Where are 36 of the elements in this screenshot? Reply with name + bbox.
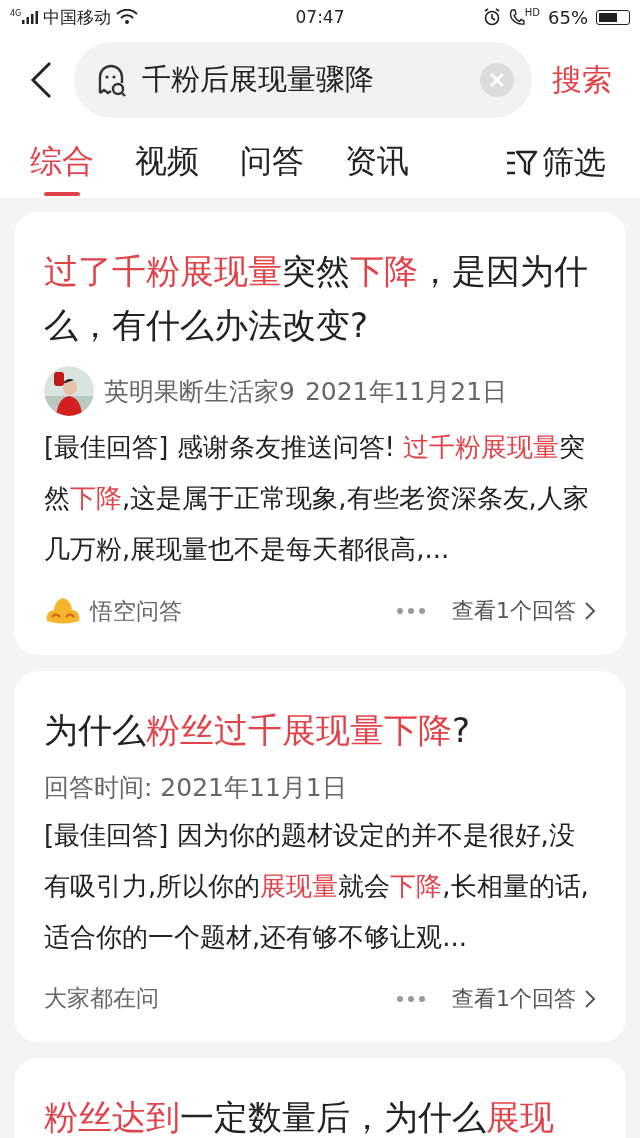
clock-time: 07:47 [295,7,345,27]
tab[interactable]: 视频 [135,130,199,196]
search-input[interactable]: 千粉后展现量骤降 [142,63,466,97]
result-title[interactable]: 为什么粉丝过千展现量下降? [44,703,596,757]
result-card[interactable]: 粉丝达到一定数量后，为什么展现 [14,1058,626,1138]
wifi-icon [116,9,139,25]
battery-percent: 65% [548,6,588,28]
filter-icon [506,149,538,177]
filter-button[interactable]: 筛选 [506,141,606,185]
carrier-name: 中国移动 [43,5,112,29]
more-icon[interactable] [396,607,426,615]
tab[interactable]: 资讯 [345,130,409,196]
battery-icon [596,9,630,25]
chevron-right-icon [584,601,596,621]
search-button[interactable]: 搜索 [552,59,612,101]
network-label: 4G [10,10,22,18]
tab[interactable]: 问答 [240,130,304,196]
view-answers-link[interactable]: 查看1个回答 [452,596,596,626]
more-icon[interactable] [396,994,426,1003]
source-label: 大家都在问 [44,984,159,1013]
result-card[interactable]: 为什么粉丝过千展现量下降? 回答时间: 2021年11月1日 [最佳回答] 因为你的题材设定的并不是很好,没有吸引力,所以你的展现量就会下降,长相量的话,适合你的一个题材,还有够不够让观... 大家都在问 查看1个回答 [14,671,626,1042]
search-field[interactable]: 千粉后展现量骤降 [74,42,532,118]
author-name[interactable]: 英明果断生活家9 [104,374,295,408]
source-label: 悟空问答 [90,596,182,626]
post-date: 2021年11月21日 [304,375,508,408]
tab[interactable]: 综合 [30,130,94,196]
chevron-right-icon [584,988,596,1009]
view-answers-link[interactable]: 查看1个回答 [452,983,596,1014]
result-title[interactable]: 粉丝达到一定数量后，为什么展现 [44,1090,596,1138]
result-title[interactable]: 过了千粉展现量突然下降，是因为什么，有什么办法改变? [44,244,596,352]
answer-time: 回答时间: 2021年11月1日 [44,772,347,804]
result-card[interactable]: 过了千粉展现量突然下降，是因为什么，有什么办法改变? 英明果断生活家9 2021年11月21日 [最佳回答] 感谢条友推送问答! 过千粉展现量突然下降,这是属于正常现象,有些老资深条友,人家几万粉,展现量也不是每天都很高,... 悟空问答 查看1个回答 [14,212,626,655]
back-icon[interactable] [28,60,54,100]
answer-snippet: [最佳回答] 感谢条友推送问答! 过千粉展现量突然下降,这是属于正常现象,有些老资深条友,人家几万粉,展现量也不是每天都很高,... [44,431,590,566]
answer-snippet: [最佳回答] 因为你的题材设定的并不是很好,没有吸引力,所以你的展现量就会下降,长相量的话,适合你的一个题材,还有够不够让观... [44,819,590,954]
alarm-icon [482,8,501,26]
